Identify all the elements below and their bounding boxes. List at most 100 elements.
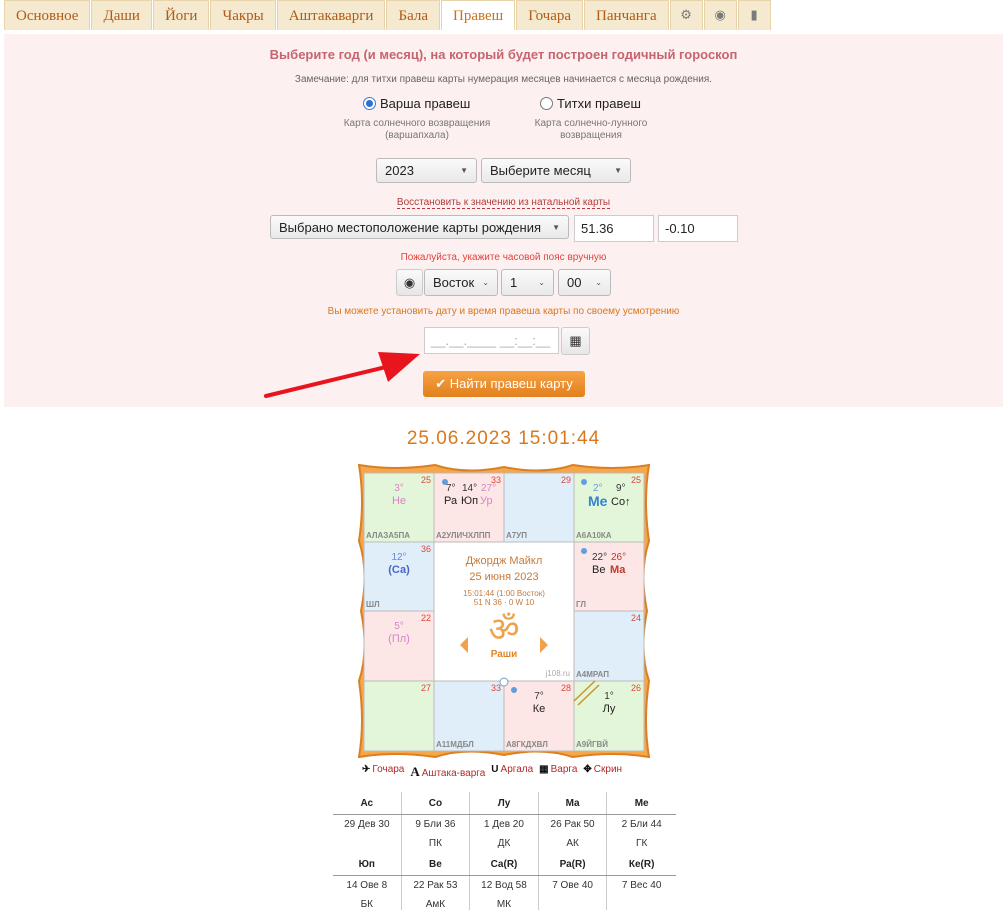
table-cell: ДК xyxy=(470,835,539,853)
planet-degree: 26° xyxy=(611,552,627,563)
planet-rahu: Ра xyxy=(444,495,458,507)
planet-degree: 14° xyxy=(462,483,478,494)
tithi-description: Карта солнечно-лунного возвращения xyxy=(516,118,666,142)
planet-pluto: (Пл) xyxy=(388,633,410,645)
chart-center-coords: 51 N 36 · 0 W 10 xyxy=(473,598,535,607)
gear-icon[interactable]: ⚙ xyxy=(669,0,703,30)
restore-link[interactable]: Восстановить к значению из натальной кар… xyxy=(396,197,611,209)
table-cell: ГК xyxy=(636,838,648,849)
table-cell: ПК xyxy=(402,835,471,853)
globe-icon[interactable]: ◉ xyxy=(703,0,737,30)
house-11[interactable]: 28 7° Ке А8ГКДХВЛ xyxy=(504,681,574,751)
chart-next-arrow[interactable] xyxy=(538,636,550,654)
planet-neptune: Не xyxy=(391,495,407,507)
check-icon: ✔ xyxy=(435,376,450,391)
varga-link[interactable]: ▦ Варга xyxy=(539,764,577,780)
chevron-down-icon: ▼ xyxy=(614,166,622,175)
red-arrow-annotation xyxy=(264,352,420,398)
house-number: 33 xyxy=(490,683,501,693)
house-4[interactable]: 25 2° 9° Ме Со↑ А6А10КА xyxy=(574,473,644,542)
year-select-value: 2023 xyxy=(385,163,414,178)
month-select[interactable]: Выберите месяц ▼ xyxy=(481,158,631,183)
house-3[interactable]: 29 А7УП xyxy=(504,473,574,542)
house-12[interactable]: 26 1° Лу А9ЙГВЙ xyxy=(574,681,644,751)
varsha-radio-option[interactable]: Варша правеш xyxy=(363,96,470,111)
om-symbol-icon: ॐ xyxy=(488,610,520,650)
house-5[interactable]: 36 12° (Са) ШЛ xyxy=(364,542,434,611)
longitude-input[interactable]: -0.10 xyxy=(658,215,738,242)
planet-ketu: Ке xyxy=(532,703,546,715)
table-cell: БК xyxy=(333,896,402,910)
tab-pravesh[interactable]: Правеш xyxy=(441,0,516,30)
location-select[interactable]: Выбрано местоположение карты рождения ▼ xyxy=(270,215,569,239)
table-cell: АК xyxy=(539,835,608,853)
planet-saturn: (Са) xyxy=(388,564,410,576)
tithi-radio[interactable] xyxy=(540,97,553,110)
house-9[interactable]: 27 xyxy=(364,681,434,751)
chart-prev-arrow[interactable] xyxy=(459,636,471,654)
house-number: 25 xyxy=(630,475,641,485)
tithi-radio-label: Титхи правеш xyxy=(557,96,641,111)
table-cell xyxy=(333,835,402,853)
argala-link[interactable]: U Аргала xyxy=(491,764,533,780)
timezone-direction-select[interactable]: Восток ⌄ xyxy=(424,269,498,296)
month-select-value: Выберите месяц xyxy=(490,163,591,178)
tab-dashas[interactable]: Даши xyxy=(91,0,152,30)
timezone-hours-select[interactable]: 1 ⌄ xyxy=(501,269,554,296)
house-label: А6А10КА xyxy=(576,531,612,540)
chart-type-label[interactable]: Раши xyxy=(434,649,574,660)
table-row: 29 Дев 30 9 Бли 36 1 Дев 20 26 Рак 50 2 … xyxy=(333,815,676,835)
tithi-radio-option[interactable]: Титхи правеш xyxy=(540,96,641,111)
tab-yogas[interactable]: Йоги xyxy=(152,0,210,30)
table-header-row: Юп Ве Са(R) Ра(R) Ке(R) xyxy=(333,853,676,876)
table-cell: 22 Рак 53 xyxy=(402,876,471,896)
latitude-input[interactable]: 51.36 xyxy=(574,215,654,242)
planet-degree: 7° xyxy=(446,483,456,494)
find-pravesh-button[interactable]: ✔ Найти правеш карту xyxy=(423,371,585,397)
location-select-value: Выбрано местоположение карты рождения xyxy=(279,220,542,235)
house-8[interactable]: 24 А4МРАП xyxy=(574,611,644,681)
varga-link-label: Варга xyxy=(550,764,578,775)
screen-link[interactable]: ✥ Скрин xyxy=(583,764,622,780)
house-10[interactable]: 33 А11МДБЛ xyxy=(434,681,504,751)
datetime-info: Вы можете установить дату и время правеш… xyxy=(327,306,680,317)
house-number: 29 xyxy=(560,475,571,485)
globe-icon[interactable]: ◉ xyxy=(396,269,423,296)
calendar-icon[interactable]: ▦ xyxy=(561,327,590,355)
tab-panchanga[interactable]: Панчанга xyxy=(584,0,669,30)
ashtakavarga-link-label: Аштака-варга xyxy=(421,768,486,779)
grid-icon: ▦ xyxy=(539,764,549,775)
planet-degree: 5° xyxy=(394,621,404,632)
planet-mercury: Ме xyxy=(588,493,608,509)
year-select[interactable]: 2023 ▼ xyxy=(376,158,477,183)
varsha-description: Карта солнечного возвращения (варшапхала… xyxy=(334,118,500,142)
house-label: А7УП xyxy=(506,531,527,540)
table-row: 14 Ове 8 22 Рак 53 12 Вод 58 7 Ове 40 7 … xyxy=(333,876,676,896)
timezone-minutes-select[interactable]: 00 ⌄ xyxy=(558,269,611,296)
book-icon[interactable]: ▮ xyxy=(737,0,771,30)
timezone-warning: Пожалуйста, укажите часовой пояс вручную xyxy=(400,252,607,263)
gochara-link[interactable]: ✈ Гочара xyxy=(362,764,404,780)
varsha-radio[interactable] xyxy=(363,97,376,110)
chevron-down-icon: ⌄ xyxy=(538,278,545,287)
house-7[interactable]: 22 5° (Пл) xyxy=(364,611,434,681)
table-cell: 7 Ове 40 xyxy=(539,876,608,896)
house-1[interactable]: 25 3° Не АЛАЗА5ПА xyxy=(364,473,434,542)
house-6[interactable]: 22° 26° Ве Ма ГЛ xyxy=(574,542,644,611)
chevron-down-icon: ▼ xyxy=(460,166,468,175)
table-cell: 14 Ове 8 xyxy=(333,876,402,896)
house-2[interactable]: 33 7° 14° 27° Ра Юп Ур А2УЛИЧХЛПП xyxy=(434,473,504,542)
datetime-input[interactable]: __.__.____ __:__:__ xyxy=(424,327,559,354)
chart-center-time: 15:01:44 (1:00 Восток) xyxy=(463,589,545,598)
tab-bala[interactable]: Бала xyxy=(386,0,441,30)
varsha-radio-label: Варша правеш xyxy=(380,96,471,111)
planet-jupiter: Юп xyxy=(461,495,479,507)
tab-main[interactable]: Основное xyxy=(4,0,91,30)
ashtakavarga-link[interactable]: A Аштака-варга xyxy=(410,764,485,780)
tab-ashtakavargas[interactable]: Аштакаварги xyxy=(276,0,386,30)
planet-sun: Со↑ xyxy=(611,496,631,508)
table-cell: 9 Бли 36 xyxy=(402,815,471,835)
table-cell: 1 Дев 20 xyxy=(470,815,539,835)
tab-gochara[interactable]: Гочара xyxy=(516,0,584,30)
tab-chakras[interactable]: Чакры xyxy=(210,0,276,30)
